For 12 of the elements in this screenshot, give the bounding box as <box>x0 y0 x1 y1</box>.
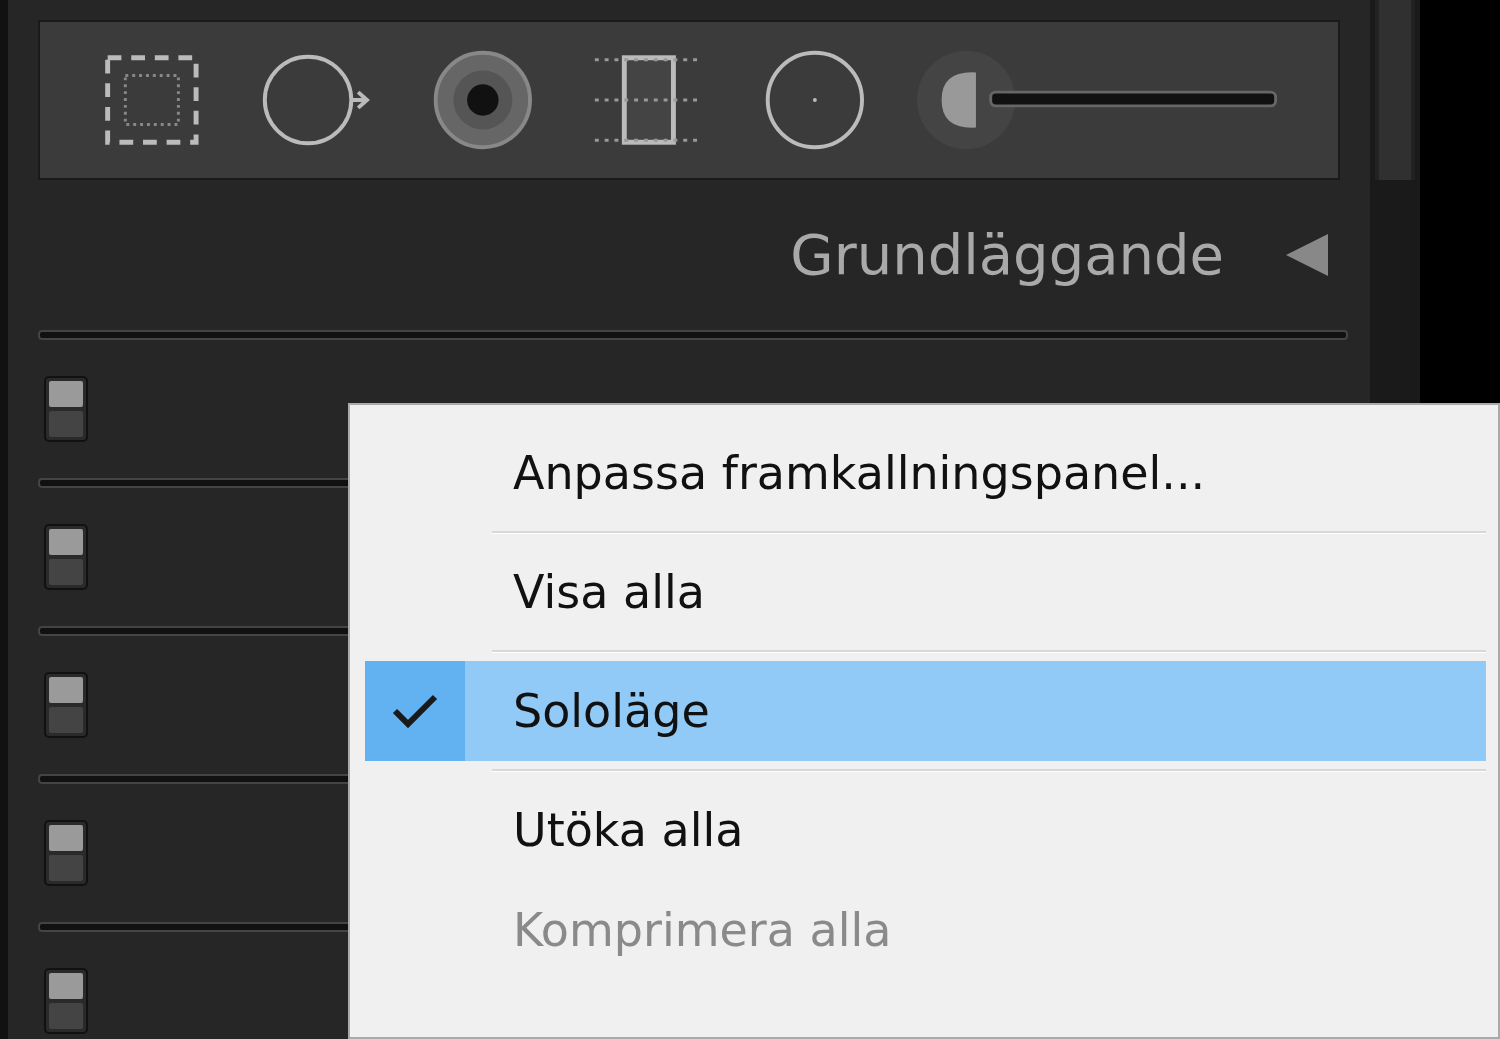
panel-switch[interactable] <box>44 376 88 442</box>
checkmark-icon <box>391 693 439 729</box>
panel-title[interactable]: Grundläggande <box>790 213 1224 297</box>
menu-item[interactable]: Sololäge <box>365 661 1486 761</box>
menu-item[interactable]: Visa alla <box>365 542 1486 642</box>
menu-item[interactable]: Anpassa framkallningspanel... <box>365 423 1486 523</box>
collapse-triangle-icon[interactable] <box>1284 232 1330 278</box>
panel-switch[interactable] <box>44 968 88 1034</box>
panel-switch[interactable] <box>44 820 88 886</box>
panel-switch[interactable] <box>44 672 88 738</box>
menu-item[interactable]: Utöka alla <box>365 780 1486 880</box>
panel-switch[interactable] <box>44 524 88 590</box>
